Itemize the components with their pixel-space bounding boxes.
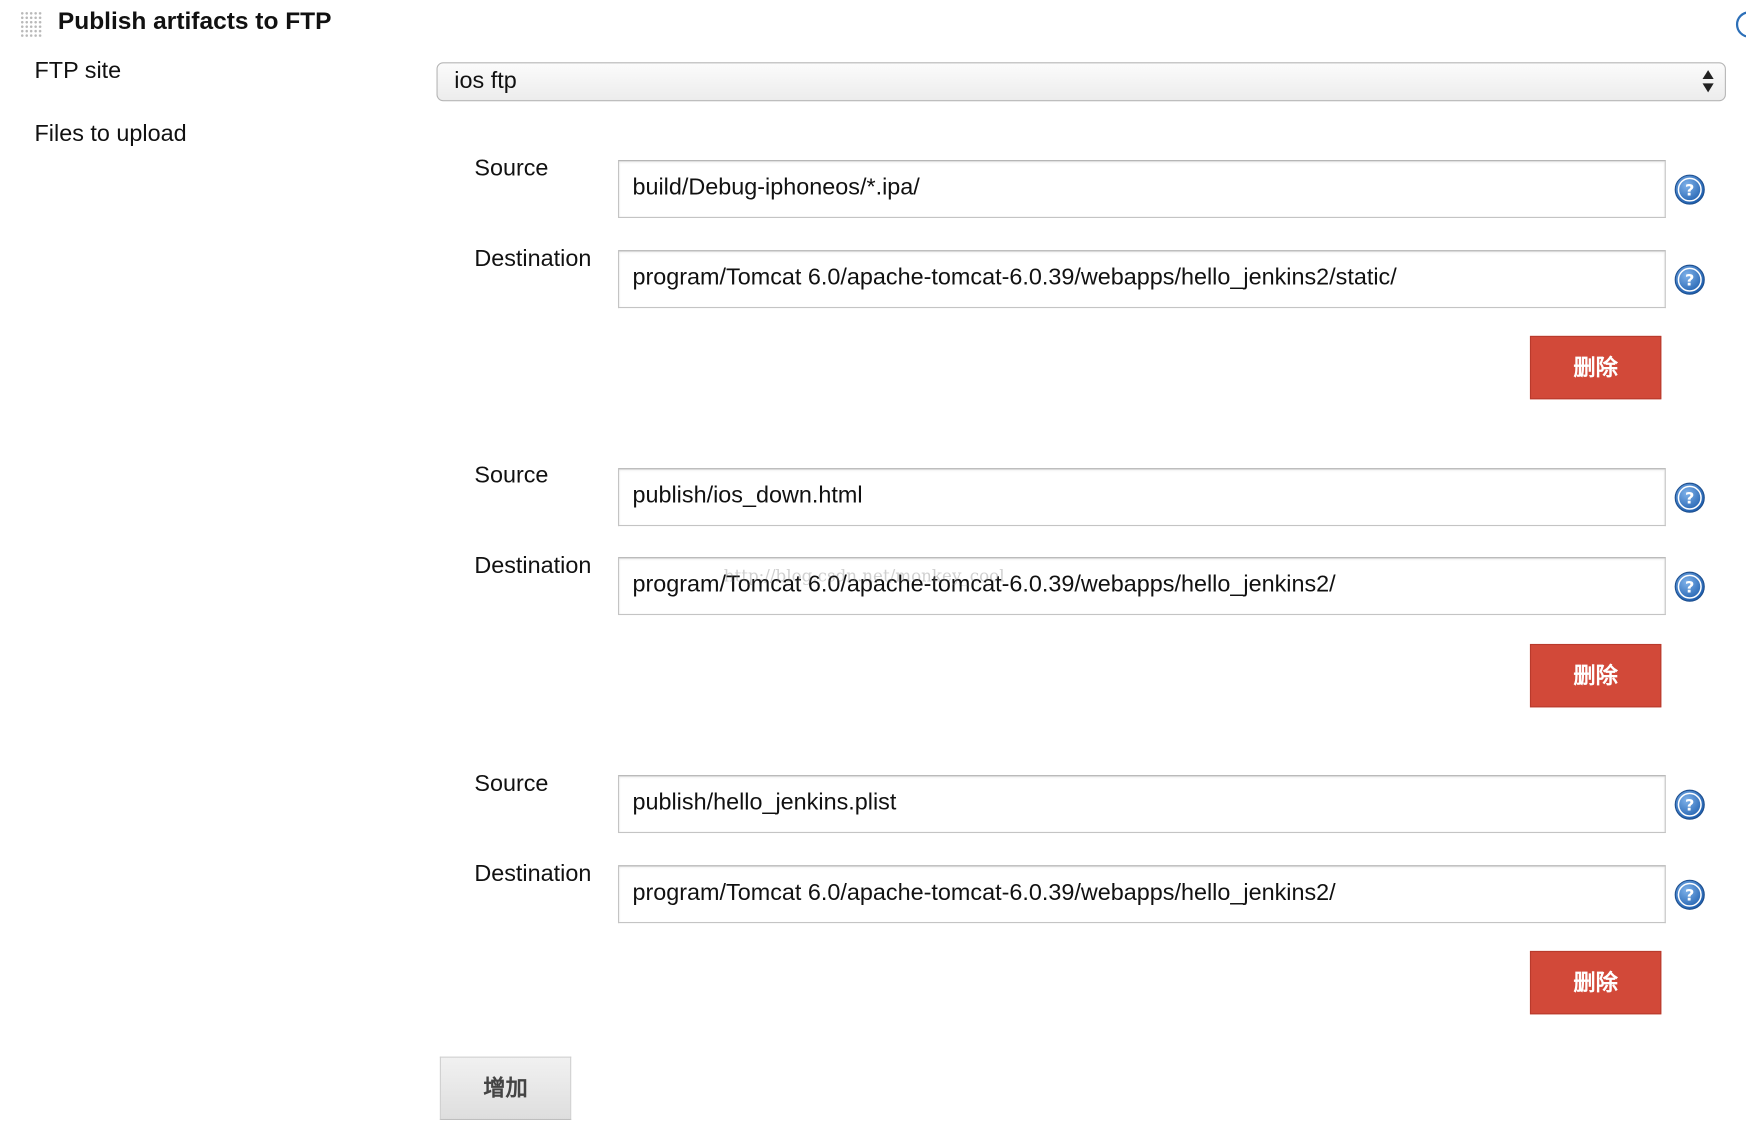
destination-input-value: program/Tomcat 6.0/apache-tomcat-6.0.39/… [632, 264, 1397, 291]
svg-text:?: ? [1685, 578, 1694, 597]
destination-input-value: program/Tomcat 6.0/apache-tomcat-6.0.39/… [632, 879, 1336, 906]
svg-text:?: ? [1685, 796, 1694, 815]
source-label: Source [474, 462, 549, 489]
help-icon[interactable]: ? [1674, 264, 1706, 296]
source-input[interactable]: build/Debug-iphoneos/*.ipa/ [617, 160, 1666, 218]
source-input-value: build/Debug-iphoneos/*.ipa/ [632, 174, 920, 201]
ftp-site-select[interactable]: ios ftp [436, 62, 1726, 102]
svg-text:?: ? [1685, 886, 1694, 905]
destination-label: Destination [474, 245, 592, 272]
source-input[interactable]: publish/hello_jenkins.plist [617, 775, 1666, 834]
section-title: Publish artifacts to FTP [57, 6, 332, 35]
files-to-upload-label: Files to upload [34, 121, 187, 147]
delete-button[interactable]: 删除 [1529, 643, 1662, 708]
ftp-site-label: FTP site [34, 57, 122, 84]
help-icon[interactable] [1735, 11, 1746, 38]
ftp-publisher-panel: Publish artifacts to FTP FTP site ios ft… [0, 0, 1746, 1130]
help-icon[interactable]: ? [1674, 789, 1706, 821]
destination-label: Destination [474, 552, 592, 579]
destination-label: Destination [474, 860, 592, 887]
help-icon[interactable]: ? [1674, 879, 1706, 911]
source-label: Source [474, 770, 549, 797]
svg-text:?: ? [1685, 181, 1694, 200]
svg-text:?: ? [1685, 489, 1694, 508]
help-icon[interactable]: ? [1674, 571, 1706, 603]
delete-button[interactable]: 删除 [1529, 335, 1662, 400]
source-input-value: publish/ios_down.html [632, 482, 863, 509]
source-input[interactable]: publish/ios_down.html [617, 468, 1666, 527]
ftp-site-selected-value: ios ftp [454, 67, 517, 94]
svg-text:?: ? [1685, 271, 1694, 290]
help-icon[interactable]: ? [1674, 482, 1706, 514]
source-input-value: publish/hello_jenkins.plist [632, 789, 897, 816]
add-button[interactable]: 增加 [439, 1056, 572, 1120]
help-icon[interactable]: ? [1674, 174, 1706, 206]
destination-input[interactable]: program/Tomcat 6.0/apache-tomcat-6.0.39/… [617, 250, 1666, 309]
destination-input[interactable]: program/Tomcat 6.0/apache-tomcat-6.0.39/… [617, 865, 1666, 924]
watermark: http://blog.csdn.net/monkey_cool [723, 566, 1005, 587]
drag-handle-icon[interactable] [20, 11, 43, 38]
delete-button[interactable]: 删除 [1529, 950, 1662, 1015]
source-label: Source [474, 155, 549, 182]
select-arrows-icon [1702, 70, 1714, 94]
